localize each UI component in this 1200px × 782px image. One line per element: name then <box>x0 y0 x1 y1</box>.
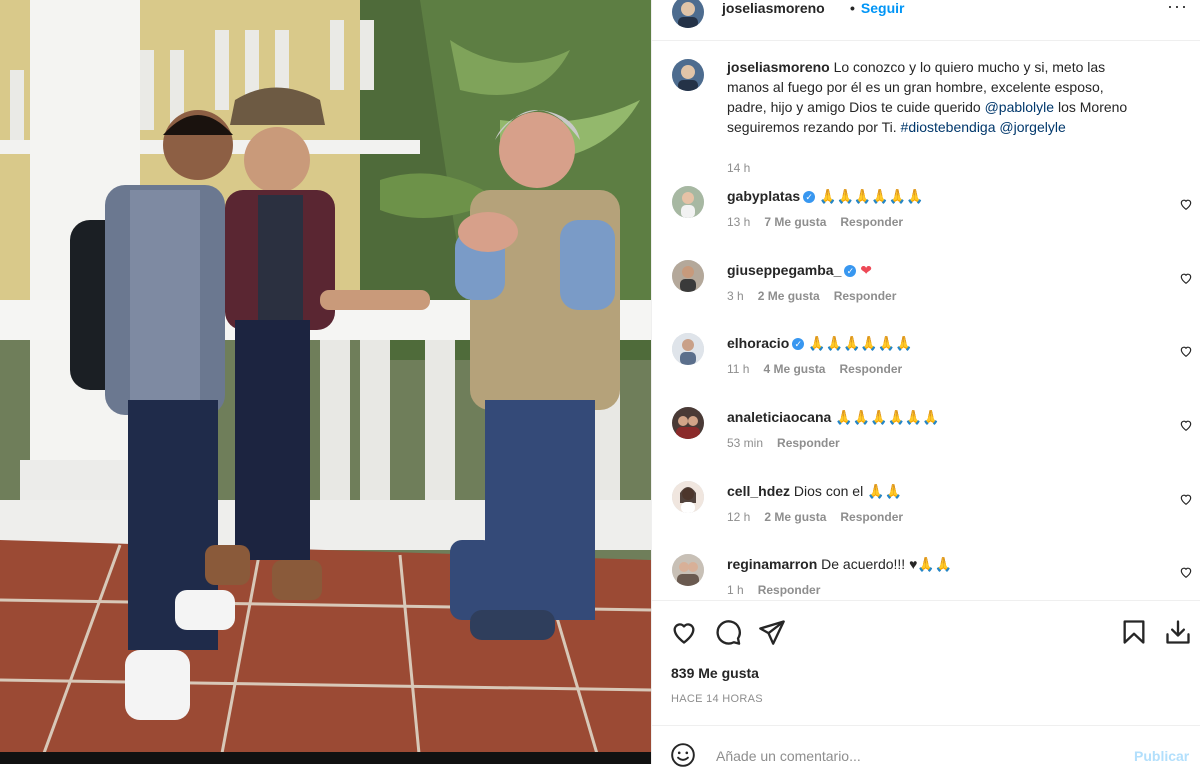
reply-button[interactable]: Responder <box>840 215 903 229</box>
bookmark-icon[interactable] <box>1120 618 1148 646</box>
post-header: joseliasmoreno • Seguir ··· <box>652 0 1200 41</box>
download-icon[interactable] <box>1164 618 1192 646</box>
comment-row: giuseppegamba_ ✓ ❤ 3 h 2 Me gusta Responder <box>652 256 1200 320</box>
comment-username[interactable]: elhoracio <box>727 335 789 351</box>
comment-time: 13 h <box>727 215 751 229</box>
caption-timestamp: 14 h <box>727 161 751 175</box>
comment-text: ❤ <box>860 262 872 278</box>
comment-time: 1 h <box>727 583 744 597</box>
commenter-avatar-image <box>672 260 704 292</box>
author-username[interactable]: joseliasmoreno <box>722 0 825 16</box>
caption-text: joseliasmoreno Lo conozco y lo quiero mu… <box>727 57 1147 137</box>
post-actions: 839 Me gusta HACE 14 HORAS Publicar <box>652 600 1200 772</box>
reply-button[interactable]: Responder <box>839 362 902 376</box>
commenter-avatar[interactable] <box>672 260 704 292</box>
more-options-icon[interactable]: ··· <box>1167 0 1188 17</box>
commenter-avatar-image <box>672 554 704 586</box>
emoji-icon[interactable] <box>670 742 696 768</box>
caption-username[interactable]: joseliasmoreno <box>727 59 830 75</box>
comment-time: 53 min <box>727 436 764 450</box>
comment-row: gabyplatas ✓ 🙏🙏🙏🙏🙏🙏 13 h 7 Me gusta Respond… <box>652 182 1200 246</box>
follow-label: Seguir <box>860 0 905 16</box>
verified-badge-icon: ✓ <box>844 265 857 277</box>
commenter-avatar-image <box>672 407 704 439</box>
comment-username[interactable]: giuseppegamba_ <box>727 262 841 278</box>
comment-text: 🙏🙏🙏🙏🙏🙏 <box>819 188 924 204</box>
commenter-avatar-image <box>672 186 704 218</box>
comment-like-heart-icon[interactable] <box>1179 344 1193 358</box>
reply-button[interactable]: Responder <box>834 289 897 303</box>
caption-author-avatar[interactable] <box>672 59 704 91</box>
comment-text: De acuerdo!!! ♥🙏🙏 <box>821 556 953 572</box>
follow-button[interactable]: • Seguir <box>850 0 904 16</box>
comment-input[interactable] <box>714 740 1098 772</box>
comment-likes[interactable]: 4 Me gusta <box>763 362 825 376</box>
reply-button[interactable]: Responder <box>758 583 821 597</box>
paper-plane-icon[interactable] <box>758 618 786 646</box>
commenter-avatar[interactable] <box>672 554 704 586</box>
verified-badge-icon: ✓ <box>792 338 805 350</box>
bullet-separator: • <box>850 0 855 16</box>
likes-count[interactable]: 839 Me gusta <box>671 665 759 681</box>
comment-text: Dios con el 🙏🙏 <box>793 483 902 499</box>
instagram-post-modal: joseliasmoreno • Seguir ··· joseliasmoren… <box>0 0 1200 772</box>
post-time: HACE 14 HORAS <box>671 693 763 705</box>
commenter-avatar[interactable] <box>672 407 704 439</box>
publish-button[interactable]: Publicar <box>1134 748 1189 764</box>
hashtag-diostebendiga[interactable]: #diostebendiga <box>901 119 996 135</box>
heart-icon[interactable] <box>670 618 698 646</box>
mention-jorgelyle[interactable]: @jorgelyle <box>999 119 1065 135</box>
caption-avatar-image <box>672 59 704 91</box>
post-side-panel: joseliasmoreno • Seguir ··· joseliasmoren… <box>651 0 1200 772</box>
comment-time: 12 h <box>727 510 751 524</box>
comment-likes[interactable]: 2 Me gusta <box>764 510 826 524</box>
comment-like-heart-icon[interactable] <box>1179 565 1193 579</box>
comment-row: analeticiaocana 🙏🙏🙏🙏🙏🙏 53 min Responder <box>652 403 1200 467</box>
comment-like-heart-icon[interactable] <box>1179 418 1193 432</box>
comment-row: elhoracio ✓ 🙏🙏🙏🙏🙏🙏 11 h 4 Me gusta Responde… <box>652 329 1200 393</box>
verified-badge-icon: ✓ <box>803 191 816 203</box>
comment-text: 🙏🙏🙏🙏🙏🙏 <box>835 409 940 425</box>
comment-likes[interactable]: 7 Me gusta <box>764 215 826 229</box>
comment-username[interactable]: reginamarron <box>727 556 817 572</box>
commenter-avatar[interactable] <box>672 186 704 218</box>
reply-button[interactable]: Responder <box>777 436 840 450</box>
commenter-avatar[interactable] <box>672 481 704 513</box>
photo-scene <box>0 0 651 764</box>
comment-row: cell_hdez Dios con el 🙏🙏 12 h 2 Me gusta R… <box>652 477 1200 541</box>
comment-like-heart-icon[interactable] <box>1179 197 1193 211</box>
photo-bottom-bar <box>0 752 651 764</box>
author-avatar[interactable] <box>672 0 704 28</box>
add-comment-bar: Publicar <box>652 725 1200 782</box>
comment-username[interactable]: analeticiaocana <box>727 409 831 425</box>
comment-username[interactable]: gabyplatas <box>727 188 800 204</box>
comment-likes[interactable]: 2 Me gusta <box>758 289 820 303</box>
commenter-avatar[interactable] <box>672 333 704 365</box>
comment-time: 3 h <box>727 289 744 303</box>
commenter-avatar-image <box>672 333 704 365</box>
mention-pablolyle[interactable]: @pablolyle <box>985 99 1054 115</box>
comment-username[interactable]: cell_hdez <box>727 483 790 499</box>
comment-time: 11 h <box>727 362 750 376</box>
comment-icon[interactable] <box>714 618 742 646</box>
comment-like-heart-icon[interactable] <box>1179 271 1193 285</box>
comment-like-heart-icon[interactable] <box>1179 492 1193 506</box>
post-photo[interactable] <box>0 0 651 764</box>
commenter-avatar-image <box>672 481 704 513</box>
comment-text: 🙏🙏🙏🙏🙏🙏 <box>808 335 913 351</box>
comment-row: reginamarron De acuerdo!!! ♥🙏🙏 1 h Respon… <box>652 550 1200 600</box>
author-avatar-image <box>672 0 704 28</box>
reply-button[interactable]: Responder <box>840 510 903 524</box>
comments-section[interactable]: joseliasmoreno Lo conozco y lo quiero mu… <box>652 41 1200 600</box>
